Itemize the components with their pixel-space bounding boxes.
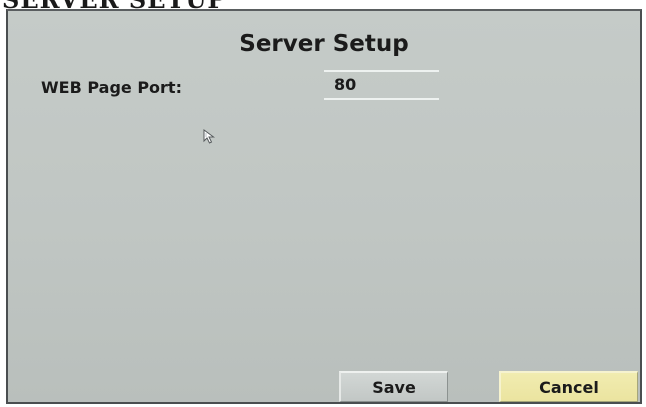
server-setup-dialog: Server Setup WEB Page Port: 80 Save Canc…: [6, 9, 642, 404]
web-page-port-label: WEB Page Port:: [41, 78, 182, 97]
save-button[interactable]: Save: [339, 371, 448, 402]
screen: SERVER SETUP Server Setup WEB Page Port:…: [0, 0, 646, 407]
mouse-pointer-icon: [203, 129, 216, 144]
dialog-title: Server Setup: [239, 31, 409, 57]
web-page-port-field[interactable]: 80: [324, 70, 439, 100]
cancel-button[interactable]: Cancel: [499, 371, 638, 402]
